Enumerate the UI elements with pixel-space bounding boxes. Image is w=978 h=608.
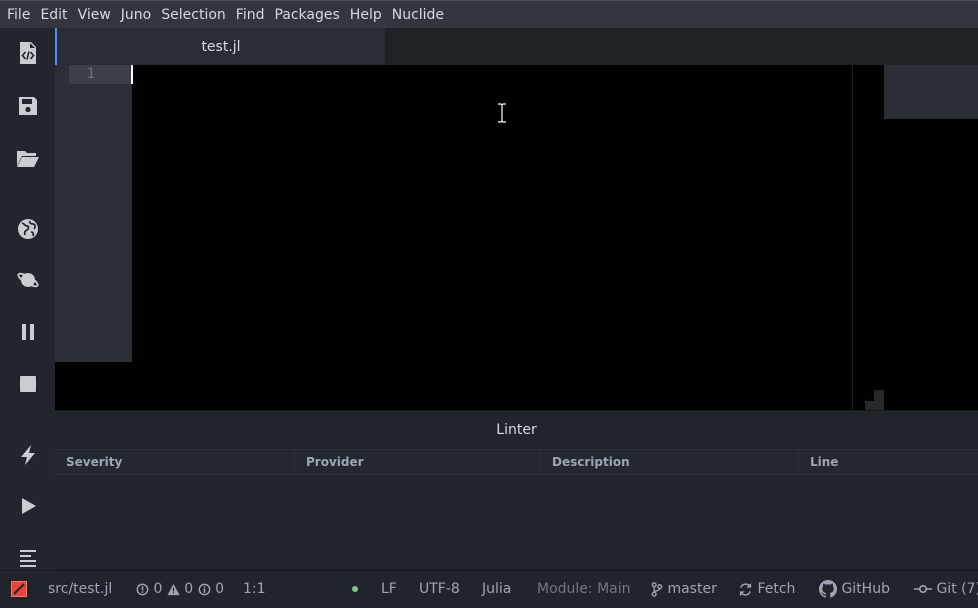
- open-folder-icon: [16, 151, 39, 167]
- branch-icon: [651, 581, 663, 597]
- juno-status-icon[interactable]: [11, 571, 27, 608]
- fetch-label: Fetch: [757, 581, 796, 597]
- julia-module[interactable]: Module: Main: [537, 571, 631, 608]
- stop-icon: [19, 376, 36, 392]
- status-bar: src/test.jl 0 0 0 1:1 LF UTF-8 Julia Mod…: [0, 570, 978, 608]
- git-branch[interactable]: master: [651, 571, 717, 608]
- pause-icon: [21, 324, 34, 340]
- text-cursor: [131, 65, 133, 84]
- minimap-scroll-marker: [874, 390, 884, 401]
- warning-count: 0: [184, 581, 194, 597]
- menu-find[interactable]: Find: [231, 2, 270, 28]
- menu-edit[interactable]: Edit: [35, 2, 72, 28]
- grammar-selector[interactable]: Julia: [482, 571, 511, 608]
- github-button[interactable]: GitHub: [819, 571, 890, 608]
- info-icon: [198, 583, 211, 595]
- new-file-button[interactable]: [0, 33, 55, 73]
- linter-counts[interactable]: 0 0 0: [136, 571, 224, 608]
- tool-bar: [0, 28, 55, 570]
- column-line[interactable]: Line: [799, 450, 978, 474]
- menu-selection[interactable]: Selection: [156, 2, 231, 28]
- menu-juno[interactable]: Juno: [116, 2, 156, 28]
- minimap-scroll-marker-base: [865, 401, 884, 410]
- menu-nuclide[interactable]: Nuclide: [387, 2, 449, 28]
- lightning-button[interactable]: [0, 435, 55, 475]
- column-provider[interactable]: Provider: [295, 450, 541, 474]
- status-dot-icon: [352, 571, 358, 608]
- line-ending[interactable]: LF: [381, 571, 397, 608]
- github-label: GitHub: [841, 581, 890, 597]
- play-button[interactable]: [0, 486, 55, 526]
- save-icon: [18, 97, 37, 115]
- minimap-divider: [852, 65, 853, 410]
- info-count: 0: [215, 581, 225, 597]
- column-description[interactable]: Description: [541, 450, 799, 474]
- tab-title: test.jl: [201, 38, 241, 55]
- globe-button[interactable]: [0, 209, 55, 249]
- menu-file[interactable]: File: [2, 2, 35, 28]
- linter-panel: Linter Severity Provider Description Lin…: [55, 410, 978, 571]
- tab-test-jl[interactable]: test.jl: [55, 28, 385, 65]
- tab-bar: test.jl: [55, 28, 978, 65]
- fetch-button[interactable]: Fetch: [738, 571, 795, 608]
- git-commit-icon: [914, 584, 932, 594]
- minimap-visible-area[interactable]: [884, 65, 978, 119]
- stop-button[interactable]: [0, 364, 55, 404]
- menu-packages[interactable]: Packages: [269, 2, 344, 28]
- error-icon: [136, 583, 149, 595]
- new-file-icon: [19, 42, 36, 64]
- line-number-gutter: 1: [55, 65, 132, 362]
- git-panel-button[interactable]: Git (7): [914, 571, 978, 608]
- pause-button[interactable]: [0, 312, 55, 352]
- planet-button[interactable]: [0, 260, 55, 300]
- error-count: 0: [153, 581, 163, 597]
- linter-table-body: [55, 475, 978, 571]
- ibeam-cursor-icon: [497, 102, 507, 124]
- github-icon: [819, 580, 837, 598]
- planet-icon: [16, 272, 39, 288]
- text-editor[interactable]: 1: [55, 65, 978, 410]
- globe-icon: [17, 219, 38, 239]
- menu-help[interactable]: Help: [345, 2, 387, 28]
- cursor-position[interactable]: 1:1: [243, 571, 266, 608]
- warning-icon: [167, 583, 180, 595]
- lightning-icon: [20, 445, 35, 465]
- play-icon: [21, 498, 36, 514]
- sync-icon: [739, 582, 752, 596]
- column-severity[interactable]: Severity: [55, 450, 295, 474]
- git-label: Git (7): [936, 581, 978, 597]
- menu-bar: File Edit View Juno Selection Find Packa…: [0, 0, 978, 28]
- line-number: 1: [86, 66, 95, 82]
- format-lines-icon: [19, 550, 36, 567]
- file-encoding[interactable]: UTF-8: [419, 571, 460, 608]
- branch-name: master: [667, 581, 717, 597]
- menu-view[interactable]: View: [73, 2, 116, 28]
- file-path[interactable]: src/test.jl: [48, 571, 112, 608]
- save-button[interactable]: [0, 86, 55, 126]
- open-folder-button[interactable]: [0, 138, 55, 178]
- linter-title: Linter: [496, 422, 537, 438]
- linter-table-header: Severity Provider Description Line: [55, 449, 978, 475]
